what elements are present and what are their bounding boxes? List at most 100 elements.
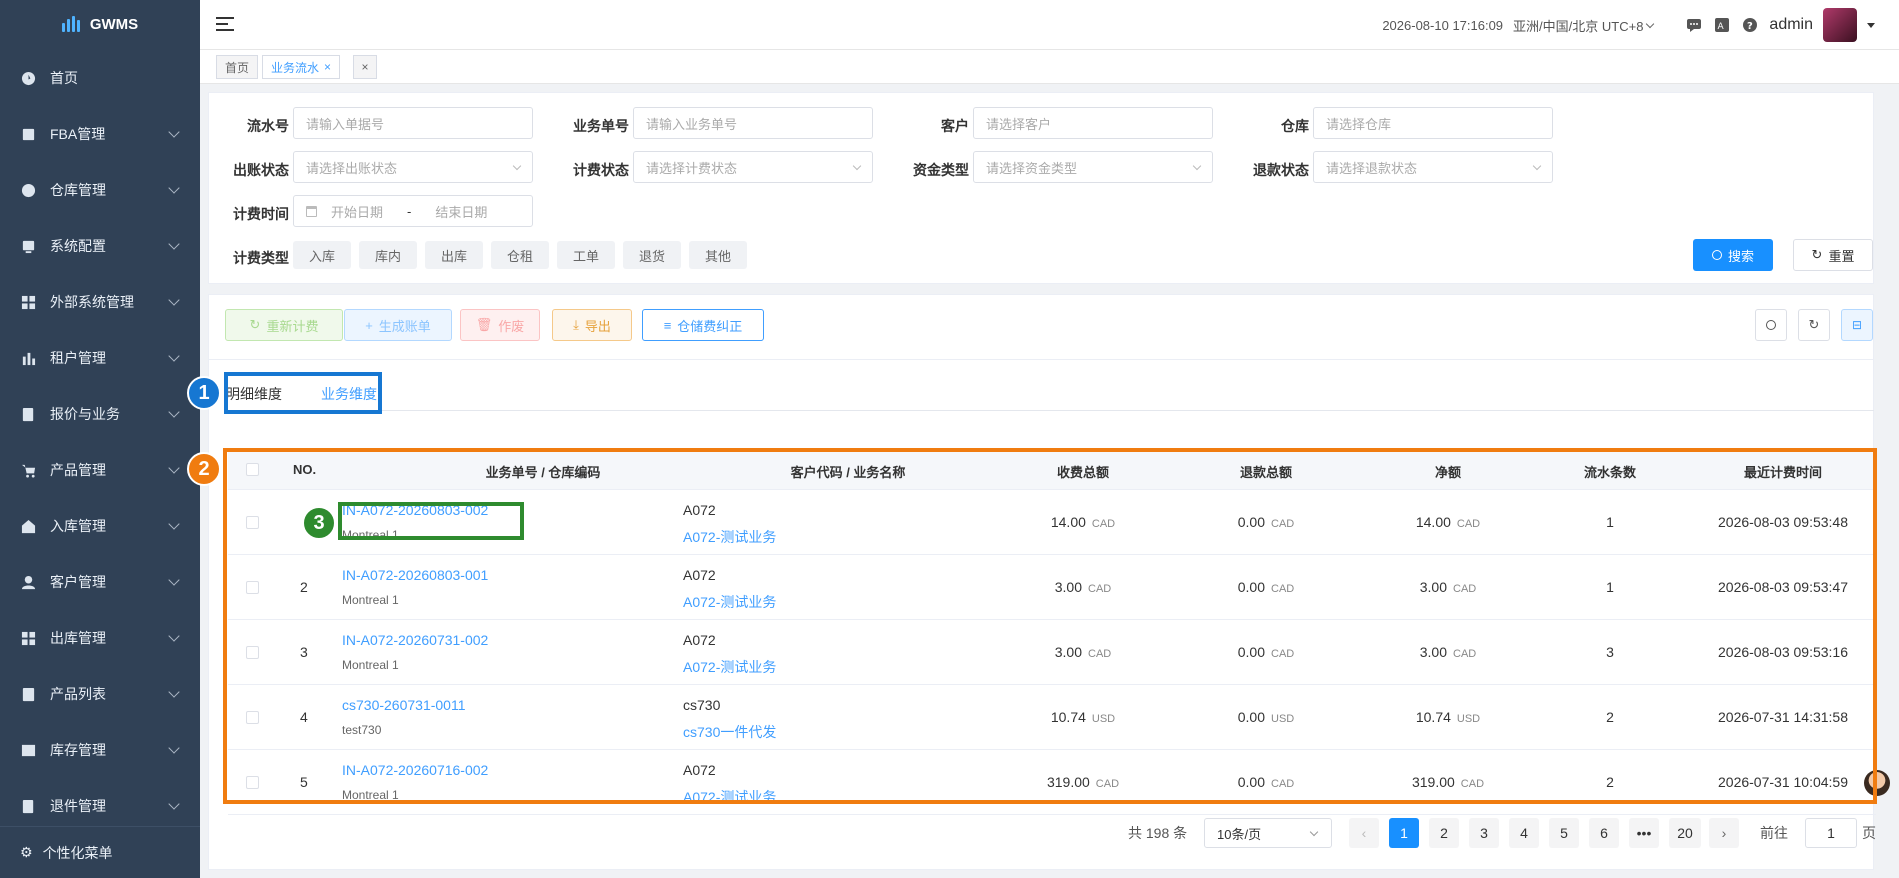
tag-business-flow[interactable]: 业务流水 × — [262, 55, 341, 79]
sidebar-item-4[interactable]: 外部系统管理 — [0, 274, 200, 330]
current-datetime: 2026-08-10 17:16:09 — [1382, 17, 1504, 33]
fee-type-option-6[interactable]: 其他 — [689, 241, 747, 269]
page-button[interactable]: 2 — [1429, 818, 1459, 848]
annotation-box-1 — [224, 372, 382, 414]
fee-time-range[interactable]: 开始日期 - 结束日期 — [293, 195, 533, 227]
goto-page-input[interactable]: 1 — [1805, 818, 1857, 848]
personalize-menu-button[interactable]: ⚙ 个性化菜单 — [0, 826, 200, 878]
fund-type-select[interactable]: 请选择资金类型 — [973, 151, 1213, 183]
sidebar-item-9[interactable]: 客户管理 — [0, 554, 200, 610]
sidebar-item-label: 库存管理 — [50, 742, 106, 758]
annotation-badge-2: 2 — [187, 452, 221, 486]
app-logo[interactable]: GWMS — [0, 0, 200, 48]
generate-bill-button[interactable]: + 生成账单 — [344, 309, 452, 341]
sidebar-item-1[interactable]: FBA管理 — [0, 106, 200, 162]
recalc-button[interactable]: ↻ 重新计费 — [225, 309, 343, 341]
billing-status-label: 出账状态 — [233, 162, 289, 178]
sidebar-item-6[interactable]: 报价与业务 — [0, 386, 200, 442]
storage-fee-correction-button[interactable]: ≡ 仓储费纠正 — [642, 309, 764, 341]
sidebar-item-7[interactable]: 产品管理 — [0, 442, 200, 498]
void-button[interactable]: 🗑 作废 — [460, 309, 540, 341]
close-icon[interactable]: × — [324, 60, 331, 74]
goto-label: 前往 — [1760, 825, 1788, 841]
help-icon[interactable]: ? — [1741, 16, 1759, 34]
message-icon[interactable] — [1685, 16, 1703, 34]
search-icon — [1711, 250, 1722, 260]
billing-status-placeholder: 请选择出账状态 — [306, 160, 398, 176]
sidebar-item-5[interactable]: 租户管理 — [0, 330, 200, 386]
chevron-down-icon — [168, 182, 180, 194]
sidebar-item-3[interactable]: 系统配置 — [0, 218, 200, 274]
warehouse-input[interactable]: 请选择仓库 — [1313, 107, 1553, 139]
page-button[interactable]: 6 — [1589, 818, 1619, 848]
sidebar-item-label: 退件管理 — [50, 798, 106, 814]
close-all-tags-button[interactable]: × — [353, 55, 377, 79]
warehouse-label: 仓库 — [1281, 118, 1309, 134]
next-page-button[interactable]: › — [1709, 818, 1739, 848]
end-date-input[interactable]: 结束日期 — [435, 202, 487, 221]
caret-down-icon[interactable] — [1867, 22, 1875, 28]
sidebar-item-11[interactable]: 产品列表 — [0, 666, 200, 722]
fee-type-option-3[interactable]: 仓租 — [491, 241, 549, 269]
void-label: 作废 — [498, 318, 525, 334]
timezone-select[interactable]: 亚洲/中国/北京 UTC+8 — [1513, 16, 1655, 35]
billing-status-select[interactable]: 请选择出账状态 — [293, 151, 533, 183]
trash-icon: 🗑 — [475, 317, 493, 332]
search-icon — [1766, 320, 1776, 330]
sidebar-item-label: 系统配置 — [50, 238, 106, 254]
export-label: 导出 — [584, 318, 611, 334]
refresh-icon: ↻ — [1811, 247, 1823, 262]
refresh-icon: ↻ — [249, 317, 261, 332]
fund-type-label: 资金类型 — [913, 162, 969, 178]
tag-home[interactable]: 首页 — [216, 55, 259, 79]
prev-page-button[interactable]: ‹ — [1349, 818, 1379, 848]
sidebar-item-10[interactable]: 出库管理 — [0, 610, 200, 666]
page-button[interactable]: 1 — [1389, 818, 1419, 848]
chevron-down-icon — [168, 574, 180, 586]
start-date-input[interactable]: 开始日期 — [331, 202, 383, 221]
chevron-right-icon: › — [1721, 825, 1727, 841]
download-icon: ⤓ — [573, 317, 579, 332]
chevron-down-icon — [168, 518, 180, 530]
sidebar-item-8[interactable]: 入库管理 — [0, 498, 200, 554]
refresh-table-button[interactable]: ↻ — [1798, 309, 1830, 341]
menu-toggle-icon[interactable] — [216, 17, 234, 33]
page-button[interactable]: 3 — [1469, 818, 1499, 848]
sidebar-item-0[interactable]: 首页 — [0, 50, 200, 106]
reset-button[interactable]: ↻ 重置 — [1793, 239, 1873, 271]
translate-icon[interactable]: A — [1713, 16, 1731, 34]
refresh-icon: ↻ — [1808, 317, 1820, 332]
return-icon — [20, 798, 36, 814]
sidebar-item-12[interactable]: 库存管理 — [0, 722, 200, 778]
fee-type-option-4[interactable]: 工单 — [557, 241, 615, 269]
page-button[interactable]: 20 — [1669, 818, 1701, 848]
page-size-select[interactable]: 10条/页 — [1204, 818, 1332, 848]
page-button[interactable]: 5 — [1549, 818, 1579, 848]
chevron-down-icon — [852, 161, 862, 171]
grid-icon — [20, 294, 36, 310]
page-size-value: 10条/页 — [1217, 826, 1262, 842]
sidebar-item-2[interactable]: 仓库管理 — [0, 162, 200, 218]
fee-type-option-0[interactable]: 入库 — [293, 241, 351, 269]
serial-no-input[interactable]: 请输入单据号 — [293, 107, 533, 139]
fee-type-option-5[interactable]: 退货 — [623, 241, 681, 269]
gear-icon: ⚙ — [20, 844, 33, 860]
fee-type-option-2[interactable]: 出库 — [425, 241, 483, 269]
username[interactable]: admin — [1769, 16, 1813, 34]
chevron-down-icon — [168, 462, 180, 474]
calendar-icon — [306, 205, 317, 217]
avatar[interactable] — [1823, 8, 1857, 42]
export-button[interactable]: ⤓ 导出 — [552, 309, 632, 341]
business-no-input[interactable]: 请输入业务单号 — [633, 107, 873, 139]
refund-status-placeholder: 请选择退款状态 — [1326, 160, 1418, 176]
search-button[interactable]: 搜索 — [1693, 239, 1773, 271]
customer-input[interactable]: 请选择客户 — [973, 107, 1213, 139]
fee-status-select[interactable]: 请选择计费状态 — [633, 151, 873, 183]
toggle-search-button[interactable] — [1755, 309, 1787, 341]
columns-button[interactable]: ⊟ — [1841, 309, 1873, 341]
search-button-label: 搜索 — [1727, 248, 1754, 264]
page-button[interactable]: 4 — [1509, 818, 1539, 848]
more-pages-button[interactable]: ••• — [1629, 818, 1659, 848]
refund-status-select[interactable]: 请选择退款状态 — [1313, 151, 1553, 183]
fee-type-option-1[interactable]: 库内 — [359, 241, 417, 269]
